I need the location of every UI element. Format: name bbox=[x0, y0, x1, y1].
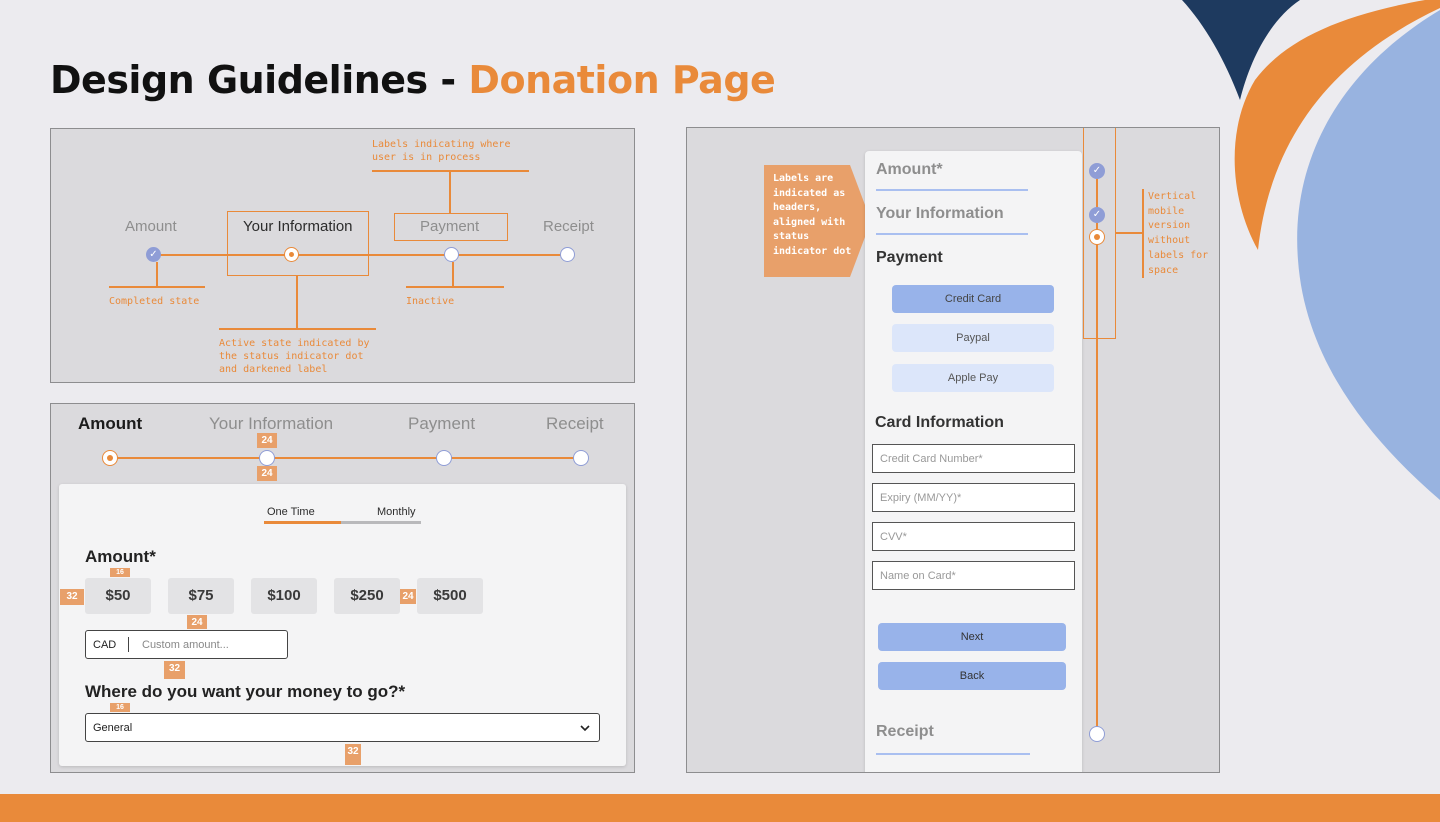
vertical-note: Vertical mobile version without labels f… bbox=[1148, 191, 1209, 276]
header-your-information: Your Information bbox=[876, 205, 1004, 222]
tab-underline bbox=[341, 521, 421, 524]
chevron-down-icon bbox=[580, 725, 590, 732]
spacing-spec: 24 bbox=[257, 433, 277, 448]
step-dot-inactive bbox=[1089, 726, 1105, 742]
step-label-your-information: Your Information bbox=[209, 414, 334, 433]
header-underline bbox=[876, 189, 1028, 191]
custom-amount-placeholder: Custom amount... bbox=[142, 639, 229, 651]
currency-label: CAD bbox=[93, 639, 117, 651]
spacing-spec: 32 bbox=[60, 589, 84, 605]
divider bbox=[128, 637, 129, 652]
amount-button-50[interactable]: $50 bbox=[85, 578, 151, 614]
back-button[interactable]: Back bbox=[878, 662, 1066, 690]
annotation-line bbox=[372, 170, 529, 172]
step-dot-inactive bbox=[259, 450, 275, 466]
annotation-line bbox=[452, 262, 454, 286]
annotation-line bbox=[219, 328, 376, 330]
checkmark-icon: ✓ bbox=[146, 247, 161, 262]
annotation-line bbox=[109, 286, 205, 288]
annotation-line bbox=[449, 170, 451, 213]
vertical-progress-line bbox=[1096, 178, 1098, 734]
step-dot-inactive bbox=[573, 450, 589, 466]
amount-heading: Amount* bbox=[85, 547, 156, 566]
step-dot-inactive bbox=[444, 247, 459, 262]
amount-button-100[interactable]: $100 bbox=[251, 578, 317, 614]
expiry-field[interactable]: Expiry (MM/YY)* bbox=[872, 483, 1075, 512]
mobile-vertical-panel: Labels are indicated as headers, aligned… bbox=[686, 127, 1220, 773]
name-on-card-field[interactable]: Name on Card* bbox=[872, 561, 1075, 590]
step-label-receipt: Receipt bbox=[546, 414, 604, 433]
spacing-spec: 24 bbox=[187, 615, 207, 629]
annotation-labels: Labels indicating where user is in proce… bbox=[372, 139, 511, 163]
page-title: Design Guidelines - Donation Page bbox=[50, 58, 776, 102]
progress-line bbox=[153, 254, 566, 256]
amount-button-500[interactable]: $500 bbox=[417, 578, 483, 614]
annotation-inactive: Inactive bbox=[406, 296, 455, 307]
step-dot-active bbox=[102, 450, 118, 466]
next-button[interactable]: Next bbox=[878, 623, 1066, 651]
credit-card-number-field[interactable]: Credit Card Number* bbox=[872, 444, 1075, 473]
spacing-spec: 16 bbox=[110, 703, 130, 712]
spacing-spec: 16 bbox=[110, 568, 130, 577]
annotation-line bbox=[1142, 189, 1144, 278]
spacing-spec: 24 bbox=[257, 466, 277, 481]
tab-underline-active bbox=[264, 521, 341, 524]
stepper-guideline-panel: Labels indicating where user is in proce… bbox=[50, 128, 635, 383]
amount-button-250[interactable]: $250 bbox=[334, 578, 400, 614]
progress-line bbox=[110, 457, 581, 459]
annotation-line bbox=[1116, 232, 1142, 234]
apple-pay-button[interactable]: Apple Pay bbox=[892, 364, 1054, 392]
annotation-line bbox=[296, 276, 298, 328]
step-label-payment: Payment bbox=[420, 218, 480, 235]
callout-text: Labels are indicated as headers, aligned… bbox=[773, 173, 852, 257]
step-dot-active bbox=[1089, 229, 1105, 245]
spacing-spec: 32 bbox=[164, 661, 185, 679]
tab-monthly[interactable]: Monthly bbox=[377, 506, 416, 518]
spacing-spec: 32 bbox=[345, 744, 361, 765]
header-underline bbox=[876, 753, 1030, 755]
step-label-receipt: Receipt bbox=[543, 218, 594, 235]
annotation-line bbox=[406, 286, 504, 288]
destination-select[interactable]: General bbox=[85, 713, 600, 742]
header-receipt: Receipt bbox=[876, 723, 934, 740]
header-card-information: Card Information bbox=[875, 414, 1004, 431]
destination-heading: Where do you want your money to go?* bbox=[85, 682, 406, 701]
header-underline bbox=[876, 233, 1028, 235]
destination-value: General bbox=[93, 722, 133, 734]
spacing-spec: 24 bbox=[400, 589, 416, 604]
mobile-form: Amount* Your Information Payment Credit … bbox=[865, 151, 1082, 772]
step-label-your-information: Your Information bbox=[243, 218, 353, 235]
checkmark-icon: ✓ bbox=[1089, 207, 1105, 223]
checkmark-icon: ✓ bbox=[1089, 163, 1105, 179]
step-dot-inactive bbox=[560, 247, 575, 262]
credit-card-button[interactable]: Credit Card bbox=[892, 285, 1054, 313]
step-label-amount: Amount bbox=[125, 218, 177, 235]
annotation-active: Active state indicated by the status ind… bbox=[219, 338, 370, 375]
step-label-payment: Payment bbox=[408, 414, 476, 433]
header-payment: Payment bbox=[876, 249, 943, 266]
bottom-bar bbox=[0, 794, 1440, 822]
header-amount: Amount* bbox=[876, 161, 943, 178]
donation-form-card: One Time Monthly Amount* 16 32 $50 $75 $… bbox=[59, 484, 626, 766]
amount-step-panel: Amount Your Information Payment Receipt … bbox=[50, 403, 635, 773]
tab-one-time[interactable]: One Time bbox=[267, 506, 315, 518]
annotation-completed: Completed state bbox=[109, 296, 200, 307]
step-dot-active bbox=[284, 247, 299, 262]
cvv-field[interactable]: CVV* bbox=[872, 522, 1075, 551]
step-label-amount: Amount bbox=[78, 414, 143, 433]
paypal-button[interactable]: Paypal bbox=[892, 324, 1054, 352]
amount-button-75[interactable]: $75 bbox=[168, 578, 234, 614]
step-dot-inactive bbox=[436, 450, 452, 466]
annotation-line bbox=[156, 262, 158, 286]
custom-amount-input[interactable]: CAD Custom amount... bbox=[85, 630, 288, 659]
